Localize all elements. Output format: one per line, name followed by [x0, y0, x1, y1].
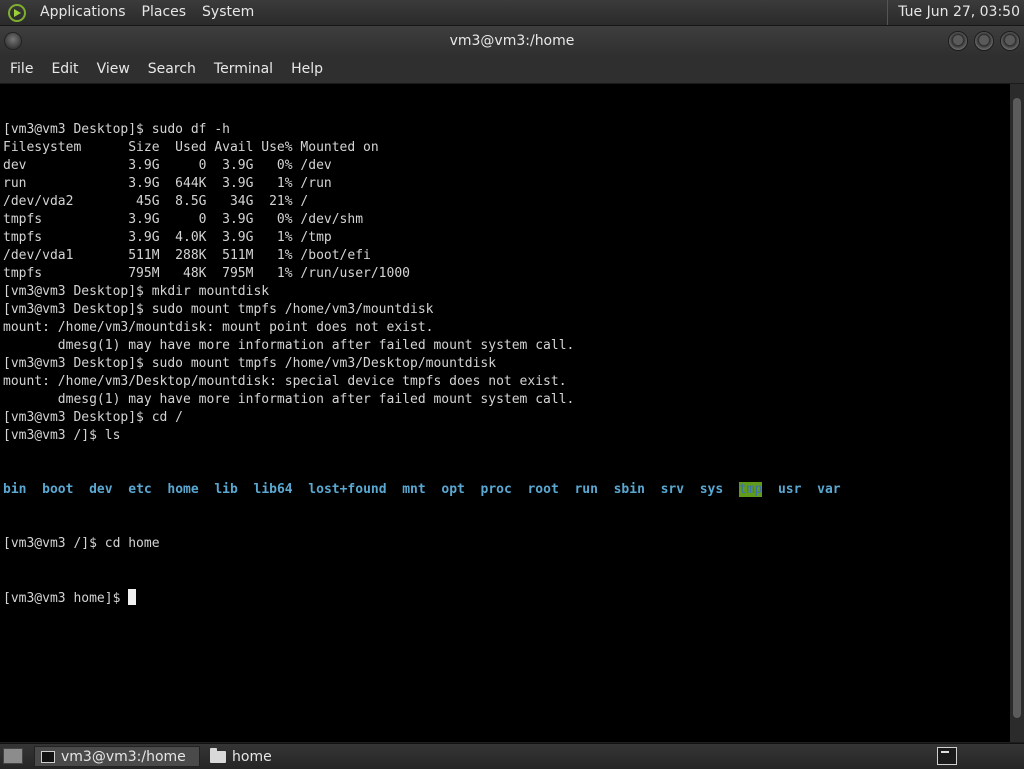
terminal-line: mount: /home/vm3/mountdisk: mount point … [3, 320, 434, 335]
folder-icon [210, 747, 226, 763]
menu-edit[interactable]: Edit [41, 56, 86, 83]
terminal-line: [vm3@vm3 /]$ ls [3, 428, 121, 443]
ls-output-line: bin boot dev etc home lib lib64 lost+fou… [3, 481, 1010, 499]
ls-entry-usr: usr [777, 482, 802, 497]
panel-menu-places[interactable]: Places [134, 0, 195, 25]
terminal-lines-after: [vm3@vm3 /]$ cd home [3, 535, 1010, 553]
panel-menu-applications[interactable]: Applications [32, 0, 134, 25]
ls-entry-dev: dev [89, 482, 113, 497]
terminal-content: [vm3@vm3 Desktop]$ sudo df -h Filesystem … [0, 84, 1010, 643]
ls-entry-sys: sys [699, 482, 724, 497]
ls-entry-lib64: lib64 [253, 482, 293, 497]
distro-logo-icon[interactable] [8, 3, 26, 22]
terminal-lines: [vm3@vm3 Desktop]$ sudo df -h Filesystem … [3, 121, 1010, 445]
ls-entry-home: home [167, 482, 199, 497]
terminal-line: [vm3@vm3 Desktop]$ mkdir mountdisk [3, 284, 270, 299]
terminal-line: /dev/vda1 511M 288K 511M 1% /boot/efi [3, 248, 371, 263]
terminal-line: dmesg(1) may have more information after… [3, 338, 575, 353]
panel-menu-system[interactable]: System [194, 0, 262, 25]
terminal-line: [vm3@vm3 Desktop]$ cd / [3, 410, 184, 425]
terminal-line: mount: /home/vm3/Desktop/mountdisk: spec… [3, 374, 567, 389]
terminal-line: dev 3.9G 0 3.9G 0% /dev [3, 158, 332, 173]
ls-entry-lib: lib [214, 482, 238, 497]
terminal-output[interactable]: [vm3@vm3 Desktop]$ sudo df -h Filesystem … [0, 84, 1010, 742]
ls-entry-boot: boot [42, 482, 74, 497]
terminal-line: tmpfs 795M 48K 795M 1% /run/user/1000 [3, 266, 410, 281]
menu-help[interactable]: Help [281, 56, 331, 83]
ls-entry-var: var [817, 482, 841, 497]
window-controls [948, 31, 1020, 51]
taskbar: vm3@vm3:/home home [0, 743, 1024, 769]
ls-entry-root: root [527, 482, 559, 497]
maximize-button[interactable] [974, 31, 994, 51]
terminal-menubar: File Edit View Search Terminal Help [0, 56, 1024, 84]
taskbar-item-home[interactable]: home [204, 746, 370, 767]
prompt-line[interactable]: [vm3@vm3 home]$ [3, 589, 1010, 607]
terminal-line: run 3.9G 644K 3.9G 1% /run [3, 176, 332, 191]
terminal-line: Filesystem Size Used Avail Use% Mounted … [3, 140, 379, 155]
taskbar-item-label: vm3@vm3:/home [61, 748, 186, 765]
terminal-line: tmpfs 3.9G 4.0K 3.9G 1% /tmp [3, 230, 332, 245]
ls-entry-run: run [574, 482, 598, 497]
terminal-line: [vm3@vm3 Desktop]$ sudo mount tmpfs /hom… [3, 302, 434, 317]
close-button[interactable] [1000, 31, 1020, 51]
ls-entry-mnt: mnt [402, 482, 426, 497]
minimize-button[interactable] [948, 31, 968, 51]
terminal-line: [vm3@vm3 /]$ cd home [3, 536, 160, 551]
top-panel: Applications Places System Tue Jun 27, 0… [0, 0, 1024, 26]
ls-entry-opt: opt [441, 482, 465, 497]
terminal-icon [41, 750, 55, 763]
shell-prompt: [vm3@vm3 home]$ [3, 591, 129, 606]
menu-view[interactable]: View [87, 56, 138, 83]
scrollbar-thumb[interactable] [1013, 98, 1021, 718]
terminal-line: [vm3@vm3 Desktop]$ sudo mount tmpfs /hom… [3, 356, 497, 371]
ls-entry-lost-found: lost+found [308, 482, 387, 497]
menu-terminal[interactable]: Terminal [204, 56, 281, 83]
taskbar-item-terminal[interactable]: vm3@vm3:/home [34, 746, 200, 767]
terminal-line: [vm3@vm3 Desktop]$ sudo df -h [3, 122, 230, 137]
taskbar-item-label: home [232, 748, 272, 765]
ls-entry-etc: etc [128, 482, 152, 497]
text-cursor [128, 589, 137, 605]
ls-entry-sbin: sbin [613, 482, 645, 497]
window-titlebar[interactable]: vm3@vm3:/home [0, 26, 1024, 56]
terminal-scrollbar[interactable] [1010, 84, 1024, 742]
clock[interactable]: Tue Jun 27, 03:50 [887, 0, 1020, 25]
ls-entry-srv: srv [660, 482, 685, 497]
show-desktop-icon[interactable] [3, 748, 23, 764]
menu-file[interactable]: File [0, 56, 41, 83]
terminal-line: dmesg(1) may have more information after… [3, 392, 575, 407]
tray-terminal-icon[interactable] [937, 747, 957, 765]
terminal-line: tmpfs 3.9G 0 3.9G 0% /dev/shm [3, 212, 364, 227]
ls-entry-proc: proc [480, 482, 512, 497]
terminal-line: /dev/vda2 45G 8.5G 34G 21% / [3, 194, 309, 209]
menu-search[interactable]: Search [138, 56, 204, 83]
window-title: vm3@vm3:/home [449, 33, 575, 49]
ls-entry-bin: bin [3, 482, 27, 497]
ls-entry-tmp: tmp [738, 482, 763, 497]
